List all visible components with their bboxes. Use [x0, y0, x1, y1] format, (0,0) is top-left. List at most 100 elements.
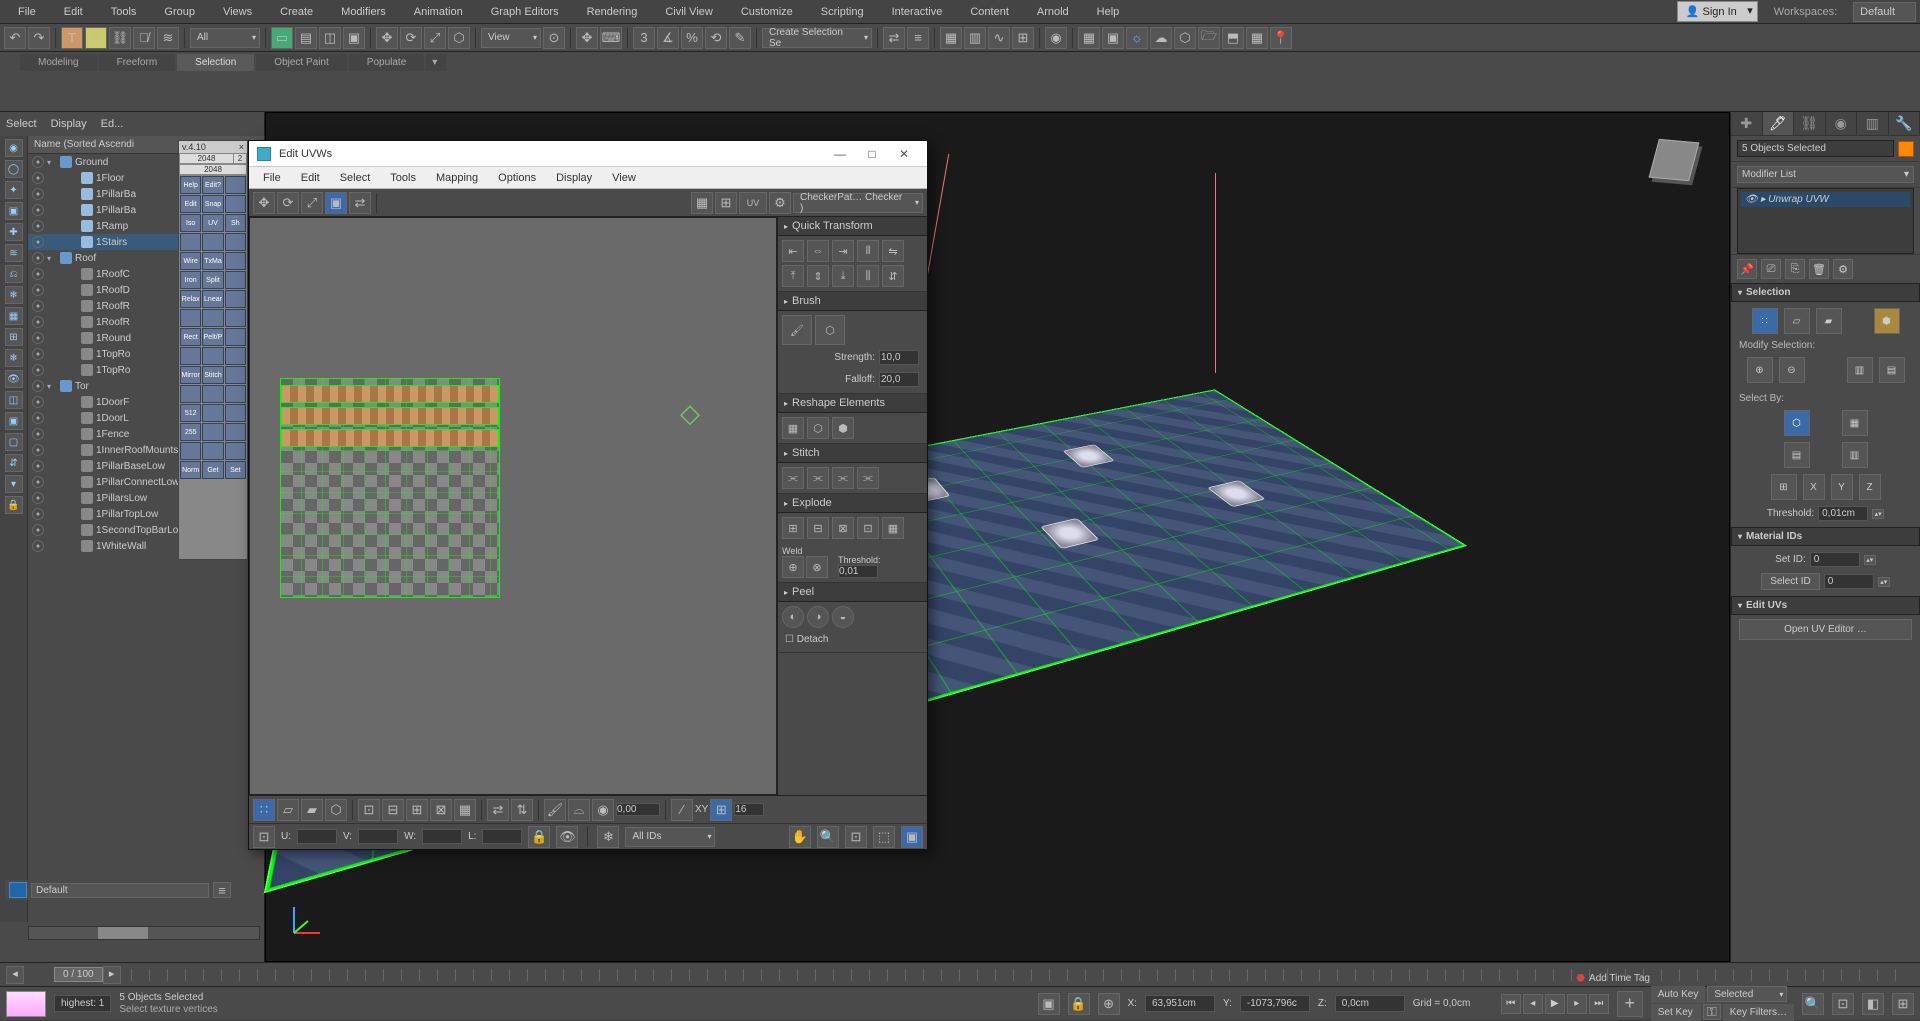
palette-cell[interactable]	[225, 252, 246, 270]
se-menu-edit[interactable]: Ed...	[101, 118, 124, 130]
nav-fov-icon[interactable]: ◧	[1862, 993, 1884, 1015]
palette-cell[interactable]	[225, 290, 246, 308]
remove-mod-icon[interactable]: 🗑	[1809, 259, 1829, 279]
weld-threshold-spinner[interactable]	[838, 565, 878, 578]
weld-sel[interactable]: ⊕	[782, 556, 804, 578]
viewcube[interactable]	[1639, 125, 1709, 195]
qt-flip-h[interactable]: ⇋	[882, 240, 904, 262]
uvb2-zoomsel-icon[interactable]: ⬚	[873, 826, 895, 848]
qt-space-v[interactable]: ⫼	[857, 265, 879, 287]
uv-uv-toggle[interactable]: UV	[739, 192, 767, 214]
uvb2-frame-icon[interactable]: ▣	[901, 826, 923, 848]
ignore-backfacing-button[interactable]: ⊞	[1771, 474, 1797, 500]
autokey-button[interactable]: Auto Key	[1651, 986, 1706, 1003]
uvb2-abs[interactable]: ⊡	[253, 826, 275, 848]
palette-cell[interactable]	[202, 442, 223, 460]
planar-angle-button[interactable]: ▦	[1842, 410, 1868, 436]
filter-space-icon[interactable]: ≋	[5, 244, 23, 262]
ribbon-overflow-button[interactable]: ▾	[426, 54, 446, 71]
uvb-elem[interactable]: ⬡	[325, 799, 347, 821]
palette-cell[interactable]	[225, 309, 246, 327]
time-slider-handle[interactable]: 0 / 100	[54, 967, 103, 982]
uvb2-eye-icon[interactable]: 👁	[556, 826, 578, 848]
threshold-spinner[interactable]	[1818, 506, 1868, 521]
timeslider-right-icon[interactable]: ▸	[103, 966, 121, 984]
maxscript-swatch[interactable]	[6, 991, 46, 1017]
peel-1[interactable]: ◐	[782, 606, 804, 628]
exp-2[interactable]: ⊟	[807, 517, 829, 539]
visibility-icon[interactable]: ●	[32, 508, 44, 520]
reshape-straighten[interactable]: ▦	[782, 417, 804, 439]
make-unique-icon[interactable]: ⎘	[1785, 259, 1805, 279]
create-tab-icon[interactable]: ✚	[1731, 112, 1763, 135]
visibility-icon[interactable]: ●	[32, 444, 44, 456]
visibility-icon[interactable]: ●	[32, 188, 44, 200]
menu-create[interactable]: Create	[266, 2, 327, 22]
window-crossing-button[interactable]: ▣	[343, 27, 365, 49]
pal-mul[interactable]: 2	[234, 154, 246, 163]
menu-civilview[interactable]: Civil View	[651, 2, 726, 22]
uv-scale-button[interactable]: ⤢	[301, 192, 323, 214]
layer-explorer-button[interactable]: ▦	[940, 27, 962, 49]
modify-tab-icon[interactable]: 🖊	[1763, 112, 1795, 135]
filter-xref-icon[interactable]: ⊞	[5, 328, 23, 346]
qt-space-h[interactable]: ⫴	[857, 240, 879, 262]
uvb-grid-val[interactable]	[734, 803, 764, 816]
visibility-icon[interactable]: ●	[32, 172, 44, 184]
peel-2[interactable]: ◑	[807, 606, 829, 628]
select-region-button[interactable]: ◫	[319, 27, 341, 49]
object-color-swatch[interactable]	[1898, 141, 1914, 157]
sellock-icon[interactable]: 🔒	[1068, 993, 1090, 1015]
uv-rotate-button[interactable]: ⟳	[277, 192, 299, 214]
maximize-button[interactable]: □	[857, 144, 887, 164]
uv-canvas[interactable]: ◇	[249, 217, 777, 795]
menu-interactive[interactable]: Interactive	[878, 2, 957, 22]
use-center-button[interactable]: ⊙	[543, 27, 565, 49]
uvb-selmod3[interactable]: ⊞	[406, 799, 428, 821]
palette-cell[interactable]: Norm	[180, 461, 201, 479]
link-button[interactable]: ⛓	[109, 27, 131, 49]
signin-dropdown[interactable]: 👤 Sign In	[1677, 1, 1758, 22]
show-end-icon[interactable]: ⎚	[1761, 259, 1781, 279]
isolate-icon[interactable]: ▣	[1038, 993, 1060, 1015]
uvb2-pan-icon[interactable]: ✋	[789, 826, 811, 848]
rollout-matids-header[interactable]: Material IDs	[1731, 527, 1920, 546]
rollout-edituvs-header[interactable]: Edit UVs	[1731, 596, 1920, 615]
mirror-button[interactable]: ⇄	[883, 27, 905, 49]
plugin-palette[interactable]: v.4.10× 2048 2 2048 HelpEdit?EditSnapIso…	[178, 140, 248, 560]
uvb-vertex[interactable]: ∷	[253, 799, 275, 821]
key-icon[interactable]: ⚿	[1703, 1004, 1721, 1020]
uv-roll-reshape[interactable]: Reshape Elements	[778, 394, 927, 413]
menu-help[interactable]: Help	[1083, 2, 1134, 22]
palette-cell[interactable]	[225, 328, 246, 346]
next-frame-button[interactable]: ▸	[1567, 994, 1587, 1014]
snap-toggle-button[interactable]: 3	[633, 27, 655, 49]
pal-size2[interactable]: 2048	[180, 165, 246, 174]
peel-3[interactable]: ◒	[832, 606, 854, 628]
palette-cell[interactable]	[225, 404, 246, 422]
uvb-grid-snap[interactable]: ⊞	[710, 799, 732, 821]
palette-cell[interactable]	[180, 385, 201, 403]
palette-cell[interactable]	[202, 423, 223, 441]
modifier-stack-item[interactable]: 👁 ▸ Unwrap UVW	[1741, 192, 1910, 207]
edge-subobj-button[interactable]: ▱	[1784, 308, 1810, 334]
filter-all-icon[interactable]: ▣	[5, 412, 23, 430]
palette-cell[interactable]: 512	[180, 404, 201, 422]
keyboard-shortcut-button[interactable]: ⌨	[600, 27, 622, 49]
palette-cell[interactable]: Sh	[225, 214, 246, 232]
exp-4[interactable]: ⊡	[857, 517, 879, 539]
select-manip-button[interactable]: ✥	[576, 27, 598, 49]
timeslider-left-icon[interactable]: ◂	[6, 966, 24, 984]
filter-geom-icon[interactable]: ◉	[5, 139, 23, 157]
filter-invert-icon[interactable]: ⇵	[5, 454, 23, 472]
palette-cell[interactable]: Relax	[180, 290, 201, 308]
setid-spinner[interactable]	[1810, 552, 1860, 567]
uv-v-field[interactable]	[358, 829, 398, 844]
uvb-selmod4[interactable]: ⊠	[430, 799, 452, 821]
select-element-button[interactable]: ⬢	[1874, 308, 1900, 334]
toggle-ribbon-button[interactable]: ▥	[964, 27, 986, 49]
vertex-subobj-button[interactable]: ∷	[1752, 308, 1778, 334]
menu-grapheditors[interactable]: Graph Editors	[477, 2, 573, 22]
exp-3[interactable]: ⊠	[832, 517, 854, 539]
menu-content[interactable]: Content	[956, 2, 1023, 22]
